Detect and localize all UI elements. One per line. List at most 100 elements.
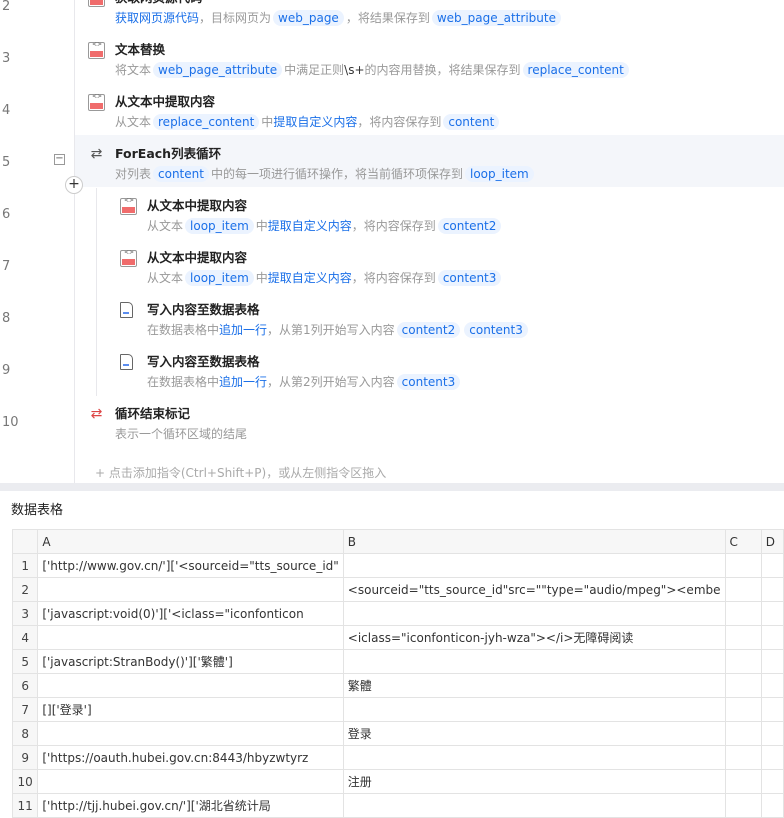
param-link[interactable]: 追加一行 (219, 321, 267, 338)
variable-chip[interactable]: loop_item (464, 165, 534, 182)
table-cell[interactable] (37, 625, 344, 650)
flow-step[interactable]: 文本替换将文本web_page_attribute中满足正则\s+的内容用替换，… (75, 31, 784, 83)
param-link[interactable]: 获取网页源代码 (115, 9, 199, 26)
table-cell[interactable] (342, 745, 726, 770)
variable-chip[interactable]: web_page_attribute (153, 61, 283, 78)
table-cell[interactable] (37, 721, 344, 746)
variable-chip[interactable]: content (443, 113, 500, 130)
panel-splitter[interactable] (0, 483, 784, 491)
column-header[interactable]: C (724, 529, 762, 554)
add-step-button[interactable]: + (65, 176, 83, 194)
column-header[interactable]: A (37, 529, 344, 554)
step-title: 循环结束标记 (115, 406, 191, 421)
table-cell[interactable] (342, 601, 726, 626)
table-cell[interactable]: 繁體 (342, 673, 726, 698)
row-number[interactable]: 8 (11, 721, 39, 746)
variable-chip[interactable]: content3 (396, 373, 461, 390)
table-cell[interactable] (724, 721, 762, 746)
table-cell[interactable] (724, 625, 762, 650)
param-link[interactable]: 追加一行 (219, 373, 267, 390)
table-cell[interactable] (760, 793, 784, 818)
variable-chip[interactable]: replace_content (153, 113, 260, 130)
table-cell[interactable]: ['http://www.gov.cn/']['<sourceid="tts_s… (37, 553, 344, 578)
row-number[interactable]: 9 (11, 745, 39, 770)
corner-cell[interactable] (11, 529, 39, 554)
flow-step[interactable]: 从文本中提取内容从文本loop_item中提取自定义内容，将内容保存到conte… (75, 239, 784, 291)
flow-step[interactable]: 写入内容至数据表格 在数据表格中 追加一行 ，从第1列开始写入内容 content2 co… (75, 291, 784, 343)
table-cell[interactable] (724, 745, 762, 770)
column-header[interactable]: D (760, 529, 784, 554)
table-cell[interactable] (724, 673, 762, 698)
flow-step[interactable]: 从文本中提取内容从文本loop_item中提取自定义内容，将内容保存到conte… (75, 187, 784, 239)
table-cell[interactable] (760, 577, 784, 602)
table-cell[interactable] (760, 601, 784, 626)
variable-chip[interactable]: content (153, 165, 209, 182)
flow-step[interactable]: 写入内容至数据表格 在数据表格中 追加一行 ，从第2列开始写入内容 content3 (75, 343, 784, 395)
table-cell[interactable] (724, 577, 762, 602)
table-cell[interactable] (760, 673, 784, 698)
table-cell[interactable] (724, 649, 762, 674)
flow-step[interactable]: ⇄ ForEach列表循环 对列表 content 中的每一项进行循环操作，将当前循环项… (75, 135, 784, 187)
table-cell[interactable] (37, 769, 344, 794)
table-cell[interactable] (342, 553, 726, 578)
collapse-loop-button[interactable]: − (54, 154, 65, 165)
row-number[interactable]: 4 (11, 625, 39, 650)
variable-chip[interactable]: content2 (437, 217, 502, 234)
variable-chip[interactable]: content2 (396, 321, 461, 338)
row-number[interactable]: 10 (11, 769, 39, 794)
step-title: 从文本中提取内容 (115, 94, 216, 109)
flow-step[interactable]: 从文本中提取内容从文本replace_content中提取自定义内容，将内容保存… (75, 83, 784, 135)
table-cell[interactable]: ['https://oauth.hubei.gov.cn:8443/hbyzwt… (37, 745, 344, 770)
row-number[interactable]: 3 (11, 601, 39, 626)
param-link[interactable]: 提取自定义内容 (273, 113, 357, 130)
row-number[interactable]: 5 (11, 649, 39, 674)
flow-step[interactable]: 获取网页源代码获取网页源代码，目标网页为web_page，将结果保存到web_p… (75, 0, 784, 31)
variable-chip[interactable]: loop_item (185, 269, 254, 286)
table-cell[interactable] (342, 793, 726, 818)
description-text: ，从第2列开始写入内容 (267, 375, 395, 389)
table-cell[interactable]: <sourceid="tts_source_id"src=""type="aud… (342, 577, 726, 602)
table-cell[interactable] (760, 649, 784, 674)
table-cell[interactable]: ['javascript:void(0)']['<iclass="iconfon… (37, 601, 344, 626)
row-number[interactable]: 2 (11, 577, 39, 602)
table-cell[interactable] (760, 553, 784, 578)
table-cell[interactable] (724, 769, 762, 794)
row-number[interactable]: 1 (11, 553, 39, 578)
variable-chip[interactable]: web_page (273, 9, 344, 26)
table-cell[interactable] (342, 649, 726, 674)
table-cell[interactable]: []['登录'] (37, 697, 344, 722)
table-cell[interactable] (760, 721, 784, 746)
row-number[interactable]: 11 (11, 793, 39, 818)
table-cell[interactable]: ['javascript:StranBody()']['繁體'] (37, 649, 344, 674)
table-cell[interactable] (724, 793, 762, 818)
table-cell[interactable]: ['http://tjj.hubei.gov.cn/']['湖北省统计局 (37, 793, 344, 818)
table-cell[interactable]: 登录 (342, 721, 726, 746)
step-description: 将文本 web_page_attribute 中满足正则 \s+ 的内容用替换，将结果保… (115, 61, 631, 78)
row-number[interactable]: 6 (11, 673, 39, 698)
column-header[interactable]: B (342, 529, 726, 554)
variable-chip[interactable]: web_page_attribute (431, 9, 561, 26)
table-cell[interactable] (760, 625, 784, 650)
description-text: 将文本 (115, 63, 152, 77)
variable-chip[interactable]: replace_content (522, 61, 629, 78)
param-link[interactable]: 提取自定义内容 (268, 269, 352, 286)
table-cell[interactable] (760, 697, 784, 722)
table-cell[interactable] (724, 601, 762, 626)
variable-chip[interactable]: content3 (437, 269, 502, 286)
table-cell[interactable] (37, 577, 344, 602)
table-cell[interactable]: <iclass="iconfonticon-jyh-wza"></i>无障碍阅读 (342, 625, 726, 650)
table-cell[interactable] (724, 553, 762, 578)
flow-step[interactable]: ⇄ 循环结束标记 表示一个循环区域的结尾 (75, 395, 784, 447)
table-cell[interactable] (724, 697, 762, 722)
table-cell[interactable] (760, 769, 784, 794)
param-link[interactable]: 提取自定义内容 (268, 217, 352, 234)
line-number: 8 (2, 311, 11, 326)
table-cell[interactable] (37, 673, 344, 698)
add-instruction-hint[interactable]: + 点击添加指令(Ctrl+Shift+P)，或从左侧指令区拖入 (95, 464, 386, 481)
variable-chip[interactable]: content3 (464, 321, 528, 338)
table-cell[interactable] (342, 697, 726, 722)
row-number[interactable]: 7 (11, 697, 39, 722)
table-cell[interactable] (760, 745, 784, 770)
table-cell[interactable]: 注册 (342, 769, 726, 794)
variable-chip[interactable]: loop_item (185, 217, 254, 234)
